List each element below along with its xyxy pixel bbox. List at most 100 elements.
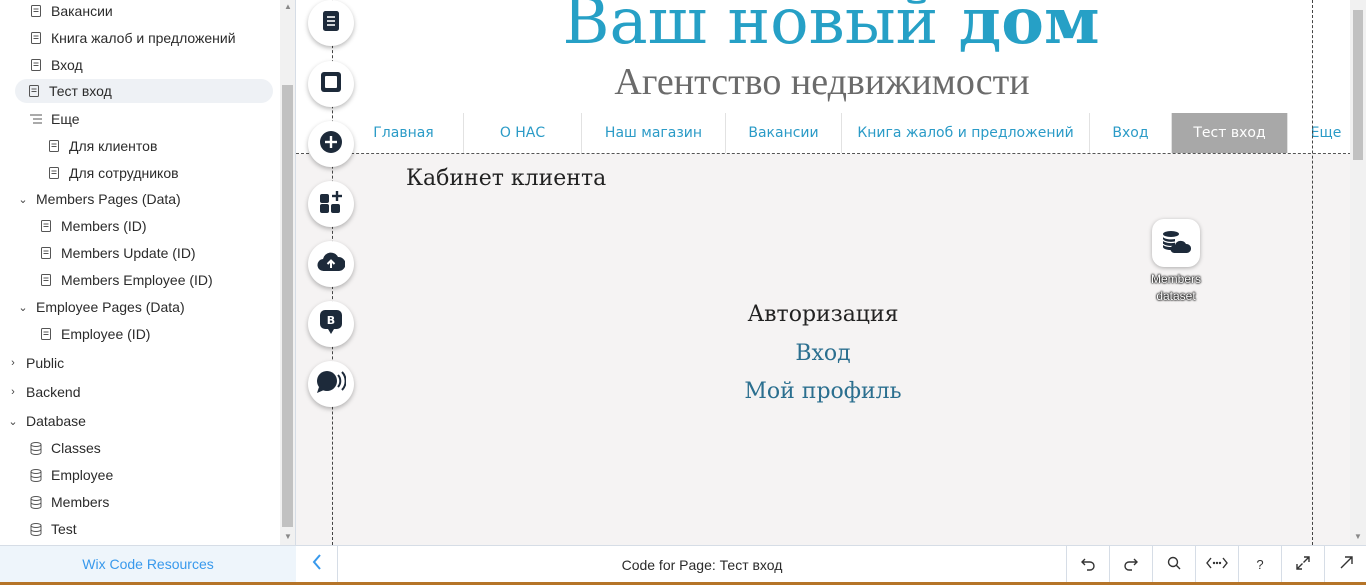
sidebar-item-for-clients[interactable]: Для клиентов	[47, 134, 157, 158]
square-icon	[320, 71, 342, 98]
site-subtitle[interactable]: Агентство недвижимости	[296, 60, 1348, 104]
auth-heading[interactable]: Авторизация	[296, 302, 1350, 327]
blog-button[interactable]: B	[308, 301, 354, 347]
site-structure-tree: Вакансии Книга жалоб и предложений Вход …	[0, 0, 280, 545]
menu-item-about[interactable]: О НАС	[464, 113, 582, 153]
sidebar-item-members-employee[interactable]: Members Employee (ID)	[39, 268, 213, 292]
login-link[interactable]: Вход	[296, 341, 1350, 366]
site-menu[interactable]: Главная О НАС Наш магазин Вакансии Книга…	[344, 113, 1364, 153]
sidebar-item-label: Members Update (ID)	[61, 245, 196, 261]
sidebar-db-test[interactable]: Test	[29, 517, 77, 541]
sidebar-item-members-id[interactable]: Members (ID)	[39, 214, 147, 238]
menu-item-complaints[interactable]: Книга жалоб и предложений	[842, 113, 1090, 153]
chat-button[interactable]	[308, 361, 354, 407]
sidebar-item-vacancies[interactable]: Вакансии	[29, 0, 113, 23]
site-title[interactable]: Ваш новый дом	[296, 0, 1366, 62]
wix-code-resources-link[interactable]: Wix Code Resources	[0, 545, 296, 582]
sidebar-item-label: Members	[51, 494, 110, 510]
menu-item-vacancies[interactable]: Вакансии	[726, 113, 842, 153]
editor-canvas[interactable]: Ваш новый дом Агентство недвижимости Гла…	[296, 0, 1366, 545]
menu-item-login[interactable]: Вход	[1090, 113, 1172, 153]
sidebar-item-label: Для клиентов	[69, 138, 158, 154]
pop-out-button[interactable]	[1324, 546, 1366, 583]
sidebar-scrollbar[interactable]: ▲ ▼	[280, 0, 295, 545]
site-title-regular: Ваш новый	[562, 0, 959, 59]
page-icon	[29, 31, 43, 45]
chevron-right-icon[interactable]: ›	[8, 386, 18, 398]
database-icon	[29, 441, 43, 455]
chevron-down-icon[interactable]: ⌄	[18, 193, 28, 206]
sidebar-group-employee-pages[interactable]: ⌄ Employee Pages (Data)	[18, 295, 185, 319]
background-button[interactable]	[308, 61, 354, 107]
chevron-down-icon[interactable]: ⌄	[18, 301, 28, 314]
redo-button[interactable]	[1109, 546, 1152, 583]
maximize-icon	[1296, 556, 1310, 573]
page-icon	[39, 246, 53, 260]
collapse-sidebar-button[interactable]	[296, 546, 338, 583]
menu-item-shop[interactable]: Наш магазин	[582, 113, 726, 153]
page-icon	[29, 4, 43, 18]
add-apps-button[interactable]	[308, 181, 354, 227]
sidebar-item-label: Еще	[51, 111, 80, 127]
sidebar-section-database[interactable]: ⌄ Database	[8, 409, 86, 433]
add-icon	[319, 130, 343, 159]
sidebar-item-label: Employee Pages (Data)	[36, 299, 185, 315]
site-title-bold: дом	[958, 0, 1100, 59]
cabinet-heading[interactable]: Кабинет клиента	[406, 166, 606, 191]
scroll-down-icon[interactable]: ▼	[1354, 532, 1362, 541]
sidebar-item-employee-id[interactable]: Employee (ID)	[39, 322, 150, 346]
right-gridline	[1312, 0, 1313, 545]
sidebar-group-members-pages[interactable]: ⌄ Members Pages (Data)	[18, 187, 180, 211]
members-dataset[interactable]: Members dataset	[1141, 219, 1211, 305]
page-icon	[47, 139, 61, 153]
code-properties-icon	[1206, 556, 1228, 573]
sidebar-item-members-update[interactable]: Members Update (ID)	[39, 241, 196, 265]
add-button[interactable]	[308, 121, 354, 167]
help-button[interactable]: ?	[1238, 546, 1281, 583]
search-button[interactable]	[1152, 546, 1195, 583]
sidebar-item-label: Вход	[51, 57, 83, 73]
sidebar-section-backend[interactable]: › Backend	[8, 380, 80, 404]
sidebar-item-login[interactable]: Вход	[29, 53, 83, 77]
canvas-scrollbar[interactable]: ▼	[1350, 0, 1366, 545]
sidebar-db-classes[interactable]: Classes	[29, 436, 101, 460]
menu-item-test-login[interactable]: Тест вход	[1172, 113, 1288, 153]
undo-icon	[1080, 555, 1096, 574]
sidebar-db-employee[interactable]: Employee	[29, 463, 113, 487]
sidebar-section-public[interactable]: › Public	[8, 351, 64, 375]
sidebar-item-label: Тест вход	[49, 83, 112, 99]
sidebar-item-label: Employee (ID)	[61, 326, 151, 342]
chevron-right-icon[interactable]: ›	[8, 357, 18, 369]
scroll-up-icon[interactable]: ▲	[284, 2, 292, 11]
pop-out-icon	[1339, 556, 1353, 573]
page-icon	[39, 273, 53, 287]
sidebar-scrollbar-thumb[interactable]	[282, 85, 293, 527]
pages-button[interactable]	[308, 0, 354, 46]
sidebar-item-label: Employee	[51, 467, 114, 483]
sidebar-item-more[interactable]: Еще	[29, 107, 80, 131]
search-icon	[1167, 556, 1181, 573]
blog-icon: B	[319, 309, 343, 340]
sidebar-item-for-employees[interactable]: Для сотрудников	[47, 161, 179, 185]
site-header[interactable]: Ваш новый дом Агентство недвижимости Гла…	[296, 0, 1366, 154]
sidebar-item-label: Public	[26, 355, 65, 371]
dataset-label: Members dataset	[1150, 272, 1201, 303]
chevron-down-icon[interactable]: ⌄	[8, 415, 18, 428]
maximize-button[interactable]	[1281, 546, 1324, 583]
menu-item-home[interactable]: Главная	[344, 113, 464, 153]
sidebar-item-complaints[interactable]: Книга жалоб и предложений	[29, 26, 236, 50]
canvas-scrollbar-thumb[interactable]	[1353, 10, 1363, 160]
submenu-icon	[29, 112, 43, 126]
scroll-down-icon[interactable]: ▼	[284, 532, 292, 541]
sidebar-item-test-login[interactable]: Тест вход	[15, 79, 273, 103]
undo-button[interactable]	[1066, 546, 1109, 583]
sidebar-item-label: Вакансии	[51, 3, 113, 19]
sidebar-db-members[interactable]: Members	[29, 490, 109, 514]
upload-button[interactable]	[308, 241, 354, 287]
sidebar-item-label: Members (ID)	[61, 218, 147, 234]
database-icon	[29, 522, 43, 536]
profile-link[interactable]: Мой профиль	[296, 379, 1350, 404]
properties-button[interactable]	[1195, 546, 1238, 583]
page-icon	[47, 166, 61, 180]
svg-text:B: B	[327, 314, 335, 327]
